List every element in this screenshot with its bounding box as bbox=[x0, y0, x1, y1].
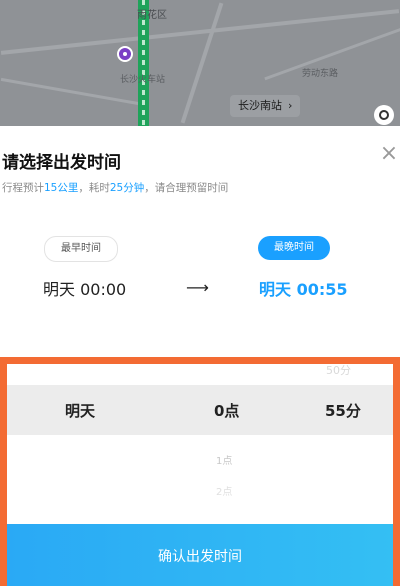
map-road bbox=[0, 77, 140, 106]
trip-summary-suffix: ，请合理预留时间 bbox=[144, 182, 229, 194]
trip-summary: 行程预计15公里，耗时25分钟，请合理预留时间 bbox=[2, 180, 228, 195]
latest-time-value: 明天 00:55 bbox=[259, 280, 348, 299]
trip-summary-middle: ，耗时 bbox=[78, 182, 110, 194]
chevron-right-icon: › bbox=[288, 99, 293, 112]
locate-icon[interactable] bbox=[374, 105, 394, 125]
station-button[interactable]: 长沙南站 › bbox=[230, 95, 301, 117]
map-view[interactable]: 雨花区 长沙火车站 劳动东路 长沙南站 › bbox=[0, 0, 400, 126]
picker-day-selected[interactable]: 明天 bbox=[65, 400, 95, 421]
confirm-departure-button[interactable]: 确认出发时间 bbox=[7, 524, 393, 586]
sheet-title: 请选择出发时间 bbox=[2, 153, 121, 173]
map-district-label: 雨花区 bbox=[137, 10, 167, 21]
map-road bbox=[0, 9, 400, 55]
earliest-time-value: 明天 00:00 bbox=[43, 280, 127, 299]
map-road bbox=[180, 2, 224, 124]
arrow-right-icon: ⟶ bbox=[186, 278, 209, 297]
earliest-time-tab[interactable]: 最早时间 bbox=[44, 236, 118, 262]
trip-duration: 25分钟 bbox=[109, 182, 145, 194]
latest-time-tab[interactable]: 最晚时间 bbox=[258, 236, 330, 260]
trip-summary-prefix: 行程预计 bbox=[2, 182, 44, 194]
picker-option-hour[interactable]: 2点 bbox=[216, 483, 232, 498]
location-pin-icon[interactable] bbox=[117, 46, 133, 62]
map-road-label: 劳动东路 bbox=[302, 69, 339, 79]
station-button-label: 长沙南站 bbox=[238, 99, 282, 112]
picker-option-minute[interactable]: 50分 bbox=[326, 362, 351, 378]
picker-minute-selected[interactable]: 55分 bbox=[325, 400, 361, 421]
trip-distance: 15公里 bbox=[44, 182, 79, 194]
close-icon[interactable]: × bbox=[376, 141, 400, 167]
map-poi-label: 长沙火车站 bbox=[120, 75, 166, 85]
picker-hour-selected[interactable]: 0点 bbox=[214, 400, 239, 421]
picker-option-hour[interactable]: 1点 bbox=[216, 452, 232, 467]
